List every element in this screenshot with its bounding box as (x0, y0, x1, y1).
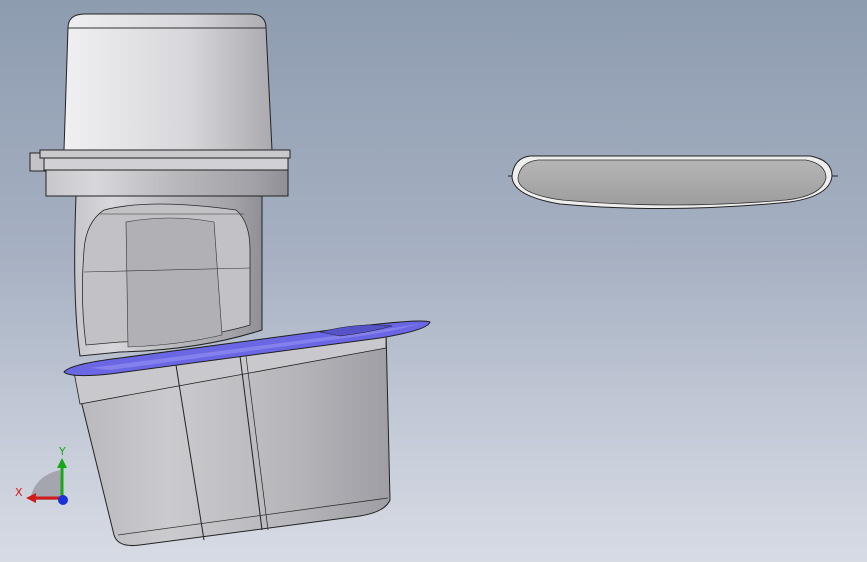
coordinate-triad: Y X (15, 445, 68, 505)
triad-x-label: X (15, 486, 23, 499)
flat-disc-face[interactable] (517, 159, 827, 206)
housing-flange-ring-1[interactable] (39, 149, 291, 159)
cad-scene[interactable]: Y X (0, 0, 867, 562)
housing-top-cap[interactable] (63, 13, 273, 151)
triad-z-origin (58, 495, 68, 505)
triad-y-label: Y (58, 445, 66, 458)
housing-inner-face (125, 217, 223, 348)
cup-assembly[interactable] (63, 320, 431, 546)
cad-viewport[interactable]: Y X (0, 0, 867, 562)
triad-y-arrow (57, 458, 67, 468)
flat-disc-part[interactable] (508, 155, 838, 210)
triad-x-arrow (26, 493, 36, 503)
housing-flange-ring-2[interactable] (43, 157, 289, 171)
housing-flange-ring-3[interactable] (45, 169, 289, 197)
housing-assembly[interactable] (29, 13, 291, 357)
